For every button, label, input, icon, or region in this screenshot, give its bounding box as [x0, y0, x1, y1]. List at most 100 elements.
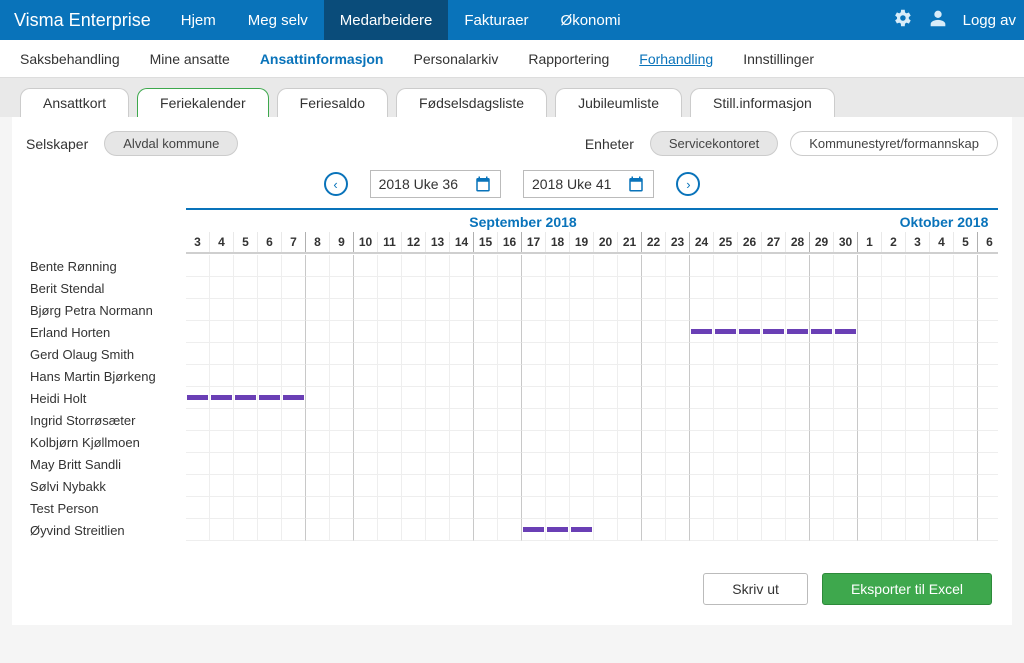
nav-medarbeidere[interactable]: Medarbeidere	[324, 0, 449, 40]
calendar-cell[interactable]	[234, 409, 258, 431]
calendar-cell[interactable]	[786, 365, 810, 387]
calendar-cell[interactable]	[546, 255, 570, 277]
calendar-cell[interactable]	[402, 255, 426, 277]
calendar-cell[interactable]	[546, 519, 570, 541]
subnav-saksbehandling[interactable]: Saksbehandling	[20, 51, 120, 67]
calendar-cell[interactable]	[234, 475, 258, 497]
date-to[interactable]: 2018 Uke 41	[523, 170, 654, 198]
calendar-cell[interactable]	[474, 453, 498, 475]
pill-enheter-1[interactable]: Servicekontoret	[650, 131, 778, 156]
calendar-cell[interactable]	[522, 299, 546, 321]
calendar-cell[interactable]	[618, 299, 642, 321]
calendar-cell[interactable]	[858, 519, 882, 541]
calendar-cell[interactable]	[354, 475, 378, 497]
prev-week-button[interactable]: ‹	[324, 172, 348, 196]
calendar-cell[interactable]	[498, 299, 522, 321]
calendar-cell[interactable]	[954, 453, 978, 475]
calendar-cell[interactable]	[330, 299, 354, 321]
calendar-cell[interactable]	[906, 343, 930, 365]
calendar-cell[interactable]	[258, 277, 282, 299]
calendar-cell[interactable]	[306, 431, 330, 453]
calendar-cell[interactable]	[282, 255, 306, 277]
calendar-cell[interactable]	[762, 255, 786, 277]
calendar-cell[interactable]	[810, 519, 834, 541]
calendar-cell[interactable]	[906, 255, 930, 277]
calendar-cell[interactable]	[954, 431, 978, 453]
calendar-cell[interactable]	[834, 299, 858, 321]
calendar-cell[interactable]	[498, 497, 522, 519]
calendar-cell[interactable]	[954, 277, 978, 299]
calendar-cell[interactable]	[546, 431, 570, 453]
calendar-cell[interactable]	[906, 387, 930, 409]
calendar-cell[interactable]	[594, 387, 618, 409]
calendar-cell[interactable]	[738, 453, 762, 475]
calendar-cell[interactable]	[306, 519, 330, 541]
calendar-cell[interactable]	[858, 255, 882, 277]
calendar-cell[interactable]	[786, 343, 810, 365]
subnav-forhandling[interactable]: Forhandling	[639, 51, 713, 67]
calendar-cell[interactable]	[306, 255, 330, 277]
calendar-cell[interactable]	[810, 277, 834, 299]
calendar-cell[interactable]	[426, 343, 450, 365]
calendar-cell[interactable]	[738, 431, 762, 453]
calendar-cell[interactable]	[930, 255, 954, 277]
calendar-cell[interactable]	[546, 321, 570, 343]
calendar-cell[interactable]	[186, 409, 210, 431]
calendar-cell[interactable]	[570, 299, 594, 321]
calendar-cell[interactable]	[714, 299, 738, 321]
calendar-cell[interactable]	[810, 343, 834, 365]
calendar-cell[interactable]	[210, 277, 234, 299]
calendar-cell[interactable]	[210, 519, 234, 541]
calendar-cell[interactable]	[570, 409, 594, 431]
calendar-cell[interactable]	[738, 365, 762, 387]
calendar-cell[interactable]	[210, 343, 234, 365]
calendar-cell[interactable]	[858, 387, 882, 409]
calendar-cell[interactable]	[330, 497, 354, 519]
calendar-cell[interactable]	[450, 497, 474, 519]
calendar-cell[interactable]	[474, 321, 498, 343]
calendar-cell[interactable]	[330, 387, 354, 409]
nav-fakturaer[interactable]: Fakturaer	[448, 0, 544, 40]
calendar-cell[interactable]	[210, 475, 234, 497]
calendar-cell[interactable]	[522, 365, 546, 387]
calendar-cell[interactable]	[522, 343, 546, 365]
calendar-cell[interactable]	[210, 431, 234, 453]
calendar-cell[interactable]	[714, 409, 738, 431]
calendar-cell[interactable]	[762, 277, 786, 299]
calendar-cell[interactable]	[282, 519, 306, 541]
calendar-cell[interactable]	[906, 299, 930, 321]
calendar-cell[interactable]	[738, 409, 762, 431]
calendar-cell[interactable]	[810, 387, 834, 409]
calendar-cell[interactable]	[282, 299, 306, 321]
calendar-cell[interactable]	[810, 255, 834, 277]
calendar-cell[interactable]	[930, 343, 954, 365]
export-button[interactable]: Eksporter til Excel	[822, 573, 992, 605]
calendar-cell[interactable]	[642, 409, 666, 431]
calendar-cell[interactable]	[690, 277, 714, 299]
calendar-cell[interactable]	[930, 277, 954, 299]
calendar-cell[interactable]	[666, 365, 690, 387]
calendar-cell[interactable]	[762, 321, 786, 343]
calendar-cell[interactable]	[714, 475, 738, 497]
calendar-cell[interactable]	[738, 497, 762, 519]
calendar-cell[interactable]	[378, 431, 402, 453]
calendar-cell[interactable]	[450, 343, 474, 365]
calendar-cell[interactable]	[786, 497, 810, 519]
calendar-cell[interactable]	[618, 409, 642, 431]
calendar-cell[interactable]	[954, 321, 978, 343]
calendar-cell[interactable]	[714, 431, 738, 453]
calendar-cell[interactable]	[906, 409, 930, 431]
calendar-cell[interactable]	[522, 475, 546, 497]
calendar-cell[interactable]	[522, 321, 546, 343]
calendar-cell[interactable]	[498, 321, 522, 343]
calendar-cell[interactable]	[738, 321, 762, 343]
calendar-cell[interactable]	[666, 453, 690, 475]
calendar-cell[interactable]	[810, 409, 834, 431]
calendar-cell[interactable]	[522, 255, 546, 277]
calendar-cell[interactable]	[378, 453, 402, 475]
calendar-cell[interactable]	[714, 365, 738, 387]
calendar-cell[interactable]	[930, 431, 954, 453]
calendar-cell[interactable]	[666, 387, 690, 409]
calendar-cell[interactable]	[474, 365, 498, 387]
calendar-cell[interactable]	[546, 365, 570, 387]
